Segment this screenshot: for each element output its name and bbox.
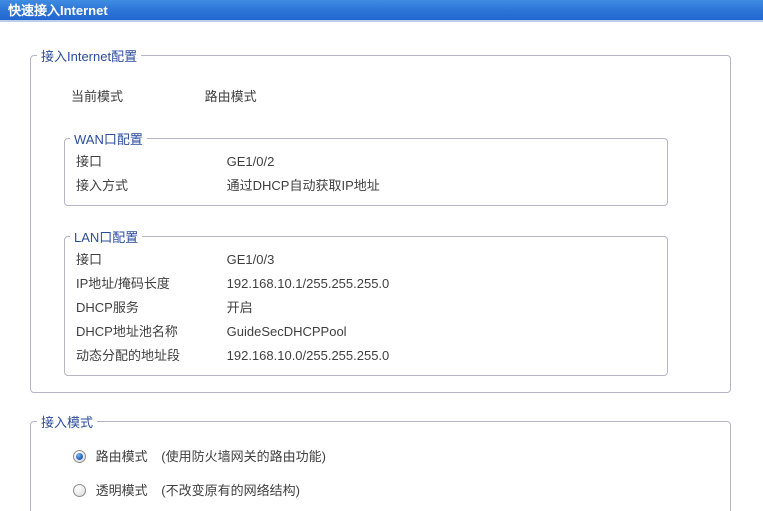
lan-dynamic-range-row: 动态分配的地址段 192.168.10.0/255.255.255.0	[65, 344, 667, 368]
field-label: IP地址/掩码长度	[76, 276, 170, 291]
wan-config-fieldset: WAN口配置 接口 GE1/0/2 接入方式 通过DHCP自动获取IP地址	[64, 129, 668, 206]
radio-button-icon[interactable]	[73, 484, 86, 497]
field-value: 192.168.10.0/255.255.255.0	[226, 348, 390, 363]
lan-ip-mask-row: IP地址/掩码长度 192.168.10.1/255.255.255.0	[65, 272, 667, 296]
current-mode-label: 当前模式	[71, 89, 124, 104]
field-value: GuideSecDHCPPool	[226, 324, 347, 339]
wan-access-method-row: 接入方式 通过DHCP自动获取IP地址	[65, 174, 667, 198]
radio-option-transparent-mode[interactable]: 透明模式 (不改变原有的网络结构)	[31, 483, 730, 499]
radio-option-note: (使用防火墙网关的路由功能)	[161, 449, 326, 464]
field-value: 开启	[226, 300, 253, 315]
field-value: 192.168.10.1/255.255.255.0	[226, 276, 390, 291]
access-mode-legend: 接入模式	[41, 415, 94, 430]
radio-option-label: 路由模式	[95, 449, 148, 464]
field-label: 动态分配的地址段	[76, 348, 181, 363]
page-header: 快速接入Internet	[0, 0, 763, 22]
lan-config-legend: LAN口配置	[74, 230, 139, 245]
radio-button-icon[interactable]	[73, 450, 86, 463]
current-mode-value: 路由模式	[204, 89, 257, 104]
radio-option-label: 透明模式	[95, 483, 148, 498]
field-label: 接口	[76, 154, 103, 169]
access-mode-fieldset: 接入模式 路由模式 (使用防火墙网关的路由功能) 透明模式 (不改变原有的网络结…	[30, 412, 731, 511]
field-value: GE1/0/3	[226, 252, 275, 267]
field-value: 通过DHCP自动获取IP地址	[226, 178, 380, 193]
lan-dhcp-service-row: DHCP服务 开启	[65, 296, 667, 320]
wan-interface-row: 接口 GE1/0/2	[65, 150, 667, 174]
lan-dhcp-pool-row: DHCP地址池名称 GuideSecDHCPPool	[65, 320, 667, 344]
page-title: 快速接入Internet	[8, 3, 108, 18]
field-label: 接口	[76, 252, 103, 267]
lan-config-fieldset: LAN口配置 接口 GE1/0/3 IP地址/掩码长度 192.168.10.1…	[64, 227, 668, 376]
internet-config-fieldset: 接入Internet配置 当前模式 路由模式 WAN口配置 接口 GE1/0/2…	[30, 46, 731, 393]
field-value: GE1/0/2	[226, 154, 275, 169]
radio-option-route-mode[interactable]: 路由模式 (使用防火墙网关的路由功能)	[31, 449, 730, 465]
field-label: DHCP服务	[76, 300, 139, 315]
wan-config-legend: WAN口配置	[74, 132, 143, 147]
radio-option-note: (不改变原有的网络结构)	[161, 483, 300, 498]
field-label: 接入方式	[76, 178, 129, 193]
lan-interface-row: 接口 GE1/0/3	[65, 248, 667, 272]
current-mode-row: 当前模式 路由模式	[31, 86, 730, 108]
internet-config-legend: 接入Internet配置	[41, 49, 138, 64]
field-label: DHCP地址池名称	[76, 324, 178, 339]
